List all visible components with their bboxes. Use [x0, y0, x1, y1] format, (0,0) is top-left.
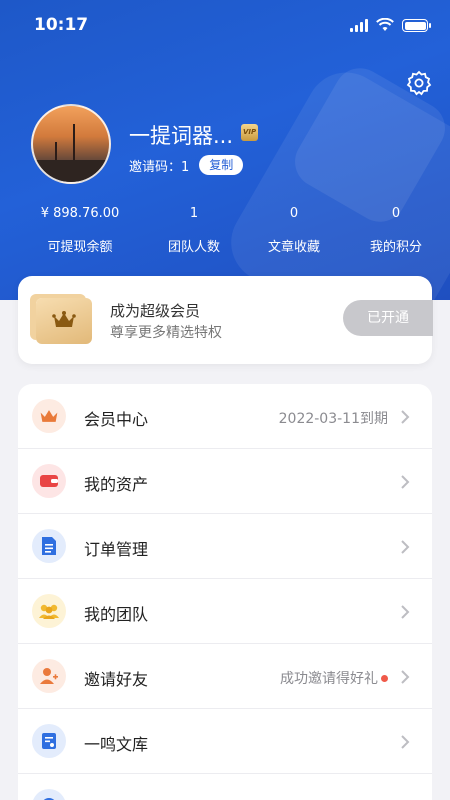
status-time: 10:17 — [34, 15, 89, 35]
invite-code-label: 邀请码： — [129, 159, 182, 175]
menu-item-partial[interactable] — [18, 774, 432, 800]
menu-item-my-team[interactable]: 我的团队 — [18, 579, 432, 644]
status-icons — [350, 18, 431, 32]
wallet-icon — [32, 464, 66, 498]
menu-item-my-assets[interactable]: 我的资产 — [18, 449, 432, 514]
stat-label: 我的积分 — [369, 240, 422, 255]
stat-label: 文章收藏 — [267, 240, 320, 255]
menu-item-invite-friends[interactable]: 邀请好友 成功邀请得好礼 — [18, 644, 432, 709]
chevron-right-icon — [401, 735, 410, 749]
menu-item-library[interactable]: 一鸣文库 — [18, 709, 432, 774]
stat-points[interactable]: 0 我的积分 — [360, 206, 432, 255]
stats-bar: ¥ 898.76.00 可提现余额 1 团队人数 0 文章收藏 0 我的积分 — [0, 206, 450, 255]
avatar-photo-ground — [33, 160, 109, 182]
settings-gear-icon[interactable] — [406, 70, 432, 96]
team-icon — [32, 594, 66, 628]
menu-item-label: 会员中心 — [84, 410, 149, 429]
menu-item-member-center[interactable]: 会员中心 2022-03-11到期 — [18, 384, 432, 449]
avatar[interactable] — [31, 104, 111, 184]
member-card-icon — [36, 298, 92, 344]
username: 一提词器... — [129, 124, 234, 148]
menu-item-label: 邀请好友 — [84, 670, 149, 689]
crown-icon — [32, 399, 66, 433]
username-row: 一提词器... VIP — [129, 120, 259, 150]
menu-item-order-management[interactable]: 订单管理 — [18, 514, 432, 579]
stat-team-count[interactable]: 1 团队人数 — [160, 206, 228, 255]
menu-list: 会员中心 2022-03-11到期 我的资产 订单管理 我的团队 邀请好友 成功… — [18, 384, 432, 800]
wifi-icon — [376, 18, 394, 31]
invite-reward-text: 成功邀请得好礼 — [280, 671, 378, 687]
stat-favorites[interactable]: 0 文章收藏 — [228, 206, 360, 255]
stat-value: 0 — [391, 206, 401, 221]
stat-label: 可提现余额 — [47, 240, 113, 255]
member-card-title: 成为超级会员 — [110, 302, 201, 320]
stat-balance[interactable]: ¥ 898.76.00 可提现余额 — [0, 206, 160, 255]
document-icon — [32, 529, 66, 563]
super-member-card[interactable]: 成为超级会员 尊享更多精选特权 已开通 — [18, 276, 433, 364]
copy-button[interactable]: 复制 — [199, 155, 244, 175]
chevron-right-icon — [401, 540, 410, 554]
expiry-text: 2022-03-11到期 — [278, 411, 388, 427]
notification-dot — [381, 674, 388, 682]
status-bar: 10:17 — [0, 0, 450, 52]
signal-icon — [350, 18, 368, 32]
chevron-right-icon — [401, 410, 410, 424]
member-card-subtitle: 尊享更多精选特权 — [110, 325, 222, 341]
stat-value: ¥ 898.76.00 — [40, 206, 120, 221]
expiry-date: 2022-03-11到期 — [279, 408, 388, 428]
add-user-icon — [32, 659, 66, 693]
menu-item-label: 我的团队 — [84, 605, 149, 624]
invite-code-text: 邀请码：1 — [129, 156, 189, 175]
library-icon — [32, 724, 66, 758]
stat-value: 0 — [289, 206, 299, 221]
stat-label: 团队人数 — [167, 240, 220, 255]
menu-item-label: 订单管理 — [84, 540, 149, 559]
chevron-right-icon — [401, 605, 410, 619]
invite-code-row: 邀请码：1 复制 — [129, 155, 244, 175]
menu-item-label: 我的资产 — [84, 475, 149, 494]
menu-item-label: 一鸣文库 — [84, 735, 149, 754]
crown-icon — [52, 311, 76, 327]
globe-icon — [32, 789, 66, 800]
activated-button[interactable]: 已开通 — [343, 300, 433, 336]
stat-value: 1 — [189, 206, 199, 221]
invite-code-value: 1 — [181, 159, 190, 175]
chevron-right-icon — [401, 670, 410, 684]
invite-reward-hint: 成功邀请得好礼 — [280, 668, 388, 688]
chevron-right-icon — [401, 475, 410, 489]
vip-badge-icon: VIP — [241, 123, 259, 141]
battery-icon — [402, 19, 431, 32]
